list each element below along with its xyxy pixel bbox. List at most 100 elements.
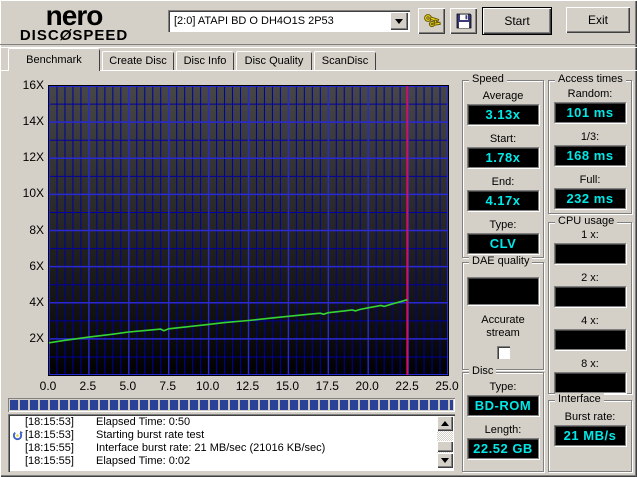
y-tick-label: 6X bbox=[29, 258, 44, 273]
start-button-label: Start bbox=[504, 14, 530, 28]
log-message: Elapsed Time: 0:02 bbox=[96, 455, 191, 467]
log-row: [18:15:53] Starting burst rate test bbox=[10, 429, 453, 442]
access-times-panel: Access times Random: 101 ms 1/3: 168 ms … bbox=[548, 73, 632, 214]
log-timestamp: [18:15:55] bbox=[25, 442, 74, 454]
cpu-2x-label: 2 x: bbox=[581, 272, 599, 284]
random-access-label: Random: bbox=[567, 88, 613, 100]
accurate-stream-label: Accurate stream bbox=[481, 314, 525, 339]
tab-create-disc[interactable]: Create Disc bbox=[102, 51, 174, 70]
accurate-stream-checkbox[interactable] bbox=[496, 346, 510, 359]
key-icon bbox=[423, 14, 441, 28]
log-timestamp: [18:15:53] bbox=[25, 416, 74, 428]
log-icon-slot bbox=[10, 429, 25, 442]
tab-label: ScanDisc bbox=[321, 54, 369, 67]
tab-label: Benchmark bbox=[26, 53, 82, 66]
arrow-up-icon bbox=[441, 421, 449, 426]
benchmark-chart: 2X 4X 6X 8X 10X 12X 14X 16X 0.0 2.5 5.0 7.5 10.0 12.… bbox=[0, 70, 460, 400]
log-scrollbar[interactable] bbox=[437, 416, 453, 468]
tab-benchmark[interactable]: Benchmark bbox=[8, 48, 100, 71]
start-button[interactable]: Start bbox=[482, 7, 552, 35]
x-tick-label: 7.5 bbox=[159, 379, 177, 393]
log-message: Elapsed Time: 0:50 bbox=[96, 416, 191, 428]
one-third-access-display: 168 ms bbox=[554, 145, 626, 166]
drive-selector-value: [2:0] ATAPI BD O DH4O1S 2P53 bbox=[174, 15, 334, 27]
interface-panel-title: Interface bbox=[555, 393, 604, 405]
tab-label: Disc Quality bbox=[244, 54, 304, 67]
disc-length-display: 22.52 GB bbox=[467, 438, 539, 459]
logo-nero-text: nero bbox=[45, 0, 104, 31]
x-tick-label: 20.0 bbox=[355, 379, 379, 393]
y-tick-label: 4X bbox=[29, 294, 44, 309]
y-tick-label: 8X bbox=[29, 222, 44, 237]
arrow-down-icon bbox=[441, 458, 449, 463]
scrollbar-down-button[interactable] bbox=[437, 453, 453, 468]
x-tick-label: 22.5 bbox=[395, 379, 419, 393]
drive-selector-dropdown[interactable]: [2:0] ATAPI BD O DH4O1S 2P53 bbox=[168, 10, 410, 32]
y-tick-label: 14X bbox=[22, 114, 44, 129]
scrollbar-up-button[interactable] bbox=[437, 416, 453, 431]
nero-discspeed-logo: nero DISCØSPEED bbox=[12, 0, 136, 44]
dae-quality-panel-title: DAE quality bbox=[469, 255, 533, 267]
full-access-label: Full: bbox=[579, 174, 601, 186]
disc-panel: Disc Type: BD-ROM Length: 22.52 GB bbox=[462, 365, 544, 472]
save-floppy-icon bbox=[456, 13, 471, 29]
cpu-2x-display bbox=[554, 286, 626, 307]
interface-panel: Interface Burst rate: 21 MB/s bbox=[548, 393, 632, 472]
y-tick-label: 10X bbox=[22, 186, 44, 201]
logo-discspeed-text: DISCØSPEED bbox=[19, 27, 129, 44]
burst-rate-label: Burst rate: bbox=[564, 411, 616, 423]
log-icon-slot bbox=[10, 442, 25, 455]
log-row: [18:15:55] Elapsed Time: 0:02 bbox=[10, 455, 453, 468]
cpu-usage-panel-title: CPU usage bbox=[555, 215, 618, 227]
speed-type-display: CLV bbox=[467, 233, 539, 254]
log-message: Interface burst rate: 21 MB/sec (21016 K… bbox=[96, 442, 326, 454]
log-listbox[interactable]: [18:15:53] Elapsed Time: 0:50 [18:15:53]… bbox=[8, 414, 455, 472]
save-button[interactable] bbox=[450, 8, 477, 34]
progress-bar-fill bbox=[10, 400, 453, 410]
cpu-4x-display bbox=[554, 329, 626, 350]
busy-spinner-icon bbox=[12, 430, 23, 441]
y-tick-label: 16X bbox=[22, 78, 44, 92]
x-tick-label: 10.0 bbox=[195, 379, 220, 393]
disc-panel-title: Disc bbox=[469, 365, 497, 377]
options-button[interactable] bbox=[418, 8, 445, 34]
progress-bar bbox=[8, 398, 455, 412]
y-tick-label: 2X bbox=[29, 330, 44, 345]
average-speed-display: 3.13x bbox=[467, 104, 539, 125]
tab-disc-info[interactable]: Disc Info bbox=[176, 51, 234, 70]
cpu-usage-panel: CPU usage 1 x: 2 x: 4 x: 8 x: bbox=[548, 215, 632, 394]
x-tick-label: 0.0 bbox=[39, 379, 57, 393]
dae-quality-display bbox=[467, 277, 539, 305]
tab-disc-quality[interactable]: Disc Quality bbox=[236, 51, 312, 70]
x-tick-label: 2.5 bbox=[79, 379, 97, 393]
log-icon-slot bbox=[10, 416, 25, 429]
log-message: Starting burst rate test bbox=[96, 429, 205, 441]
x-tick-label: 17.5 bbox=[315, 379, 339, 393]
tab-scandisc[interactable]: ScanDisc bbox=[314, 51, 376, 70]
start-speed-display: 1.78x bbox=[467, 147, 539, 168]
y-tick-label: 12X bbox=[22, 150, 44, 165]
drive-selector-dropdown-button[interactable] bbox=[390, 12, 408, 30]
speed-type-label: Type: bbox=[489, 219, 517, 231]
x-tick-label: 5.0 bbox=[119, 379, 137, 393]
x-tick-label: 25.0 bbox=[435, 379, 459, 393]
tab-label: Disc Info bbox=[183, 54, 227, 67]
disc-length-label: Length: bbox=[484, 424, 522, 436]
cpu-8x-label: 8 x: bbox=[581, 358, 599, 370]
scrollbar-thumb[interactable] bbox=[437, 441, 453, 452]
nero-discspeed-window: nero DISCØSPEED [2:0] ATAPI BD O DH4O1S … bbox=[0, 0, 637, 477]
exit-button[interactable]: Exit bbox=[566, 7, 630, 33]
tab-label: Create Disc bbox=[109, 54, 167, 67]
end-speed-label: End: bbox=[491, 176, 515, 188]
x-tick-label: 12.5 bbox=[235, 379, 260, 393]
disc-icon: Ø bbox=[59, 27, 73, 44]
average-speed-label: Average bbox=[482, 90, 524, 102]
disc-type-label: Type: bbox=[489, 381, 517, 393]
log-icon-slot bbox=[10, 455, 25, 468]
dae-quality-panel: DAE quality Accurate stream bbox=[462, 255, 544, 370]
cpu-8x-display bbox=[554, 372, 626, 393]
speed-plot bbox=[48, 85, 449, 376]
access-times-panel-title: Access times bbox=[555, 73, 626, 85]
x-tick-label: 15.0 bbox=[275, 379, 300, 393]
full-access-display: 232 ms bbox=[554, 188, 626, 209]
